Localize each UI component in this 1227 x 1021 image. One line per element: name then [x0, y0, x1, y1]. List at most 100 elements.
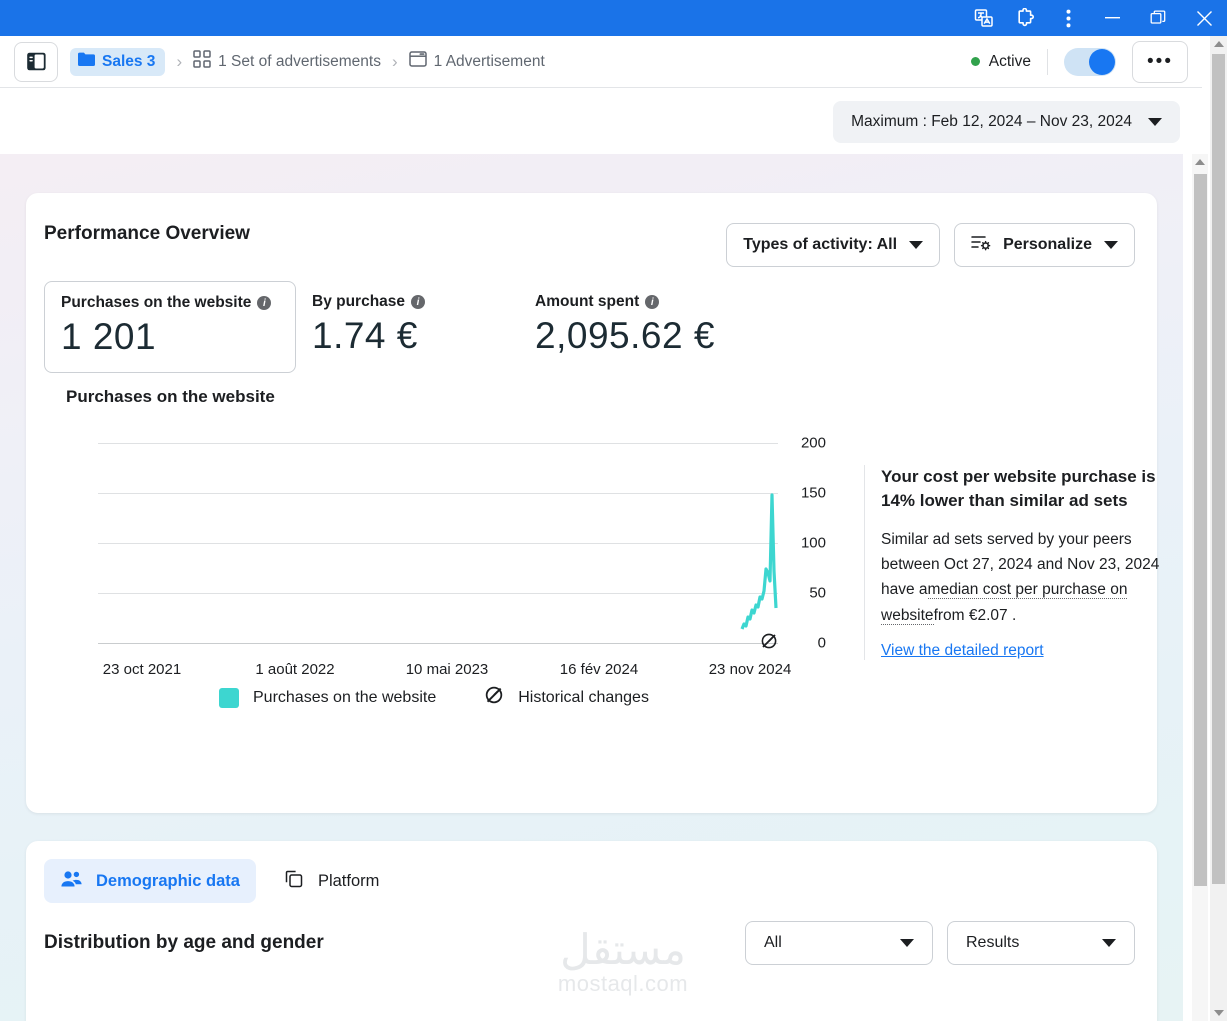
stat-label-text: By purchase — [312, 293, 406, 310]
stat-value: 1.74 € — [312, 315, 418, 356]
breadcrumb-separator: › — [391, 51, 398, 71]
demographic-tabs: Demographic data Platform — [26, 841, 1157, 903]
stats-row: Purchases on the website i 1 201 By purc… — [26, 267, 1157, 373]
chart-heading: Purchases on the website — [66, 387, 275, 406]
copy-squares-icon — [284, 869, 304, 894]
personalize-label: Personalize — [1003, 236, 1092, 253]
stat-label: Purchases on the website i — [61, 294, 279, 312]
chart-legend: Purchases on the website Historical chan… — [26, 685, 1157, 710]
breadcrumb-label: Sales 3 — [102, 52, 156, 70]
active-toggle-switch[interactable] — [1064, 47, 1116, 76]
folder-icon — [78, 52, 95, 72]
date-range-row: Maximum : Feb 12, 2024 – Nov 23, 2024 — [0, 89, 1202, 154]
series-purchases-on-the-website — [740, 493, 778, 630]
performance-overview-card: Performance Overview Types of activity: … — [26, 193, 1159, 813]
filter-results-label: Results — [966, 934, 1020, 951]
breadcrumb-item-ad-set[interactable]: 1 Set of advertisements — [193, 50, 381, 73]
stat-by-purchase[interactable]: By purchase i 1.74 € — [296, 281, 441, 371]
legend-swatch — [219, 687, 239, 708]
translate-icon[interactable] — [963, 0, 1005, 36]
scroll-content: Performance Overview Types of activity: … — [0, 154, 1183, 1021]
legend-item-purchases[interactable]: Purchases on the website — [219, 687, 437, 708]
extensions-puzzle-icon[interactable] — [1005, 0, 1047, 36]
stat-amount-spent[interactable]: Amount spent i 2,095.62 € — [519, 281, 731, 371]
scroll-up-arrow-icon[interactable] — [1213, 41, 1224, 47]
insight-body: Similar ad sets served by your peers bet… — [881, 527, 1164, 627]
sliders-gear-icon — [971, 234, 991, 257]
stat-label: Amount spent i — [535, 293, 715, 311]
info-icon[interactable]: i — [645, 295, 660, 309]
tab-demographic-data[interactable]: Demographic data — [44, 859, 256, 903]
stat-purchases-on-website[interactable]: Purchases on the website i 1 201 — [44, 281, 296, 373]
tab-label: Platform — [317, 871, 380, 890]
maximize-restore-button[interactable] — [1135, 0, 1181, 36]
outer-scrollbar-thumb[interactable] — [1212, 54, 1225, 884]
tab-platform[interactable]: Platform — [268, 859, 395, 903]
browser-titlebar — [0, 0, 1227, 36]
stat-label-text: Amount spent — [535, 293, 640, 310]
date-range-picker[interactable]: Maximum : Feb 12, 2024 – Nov 23, 2024 — [833, 100, 1180, 143]
inner-scrollbar-thumb[interactable] — [1194, 174, 1207, 886]
chevron-down-icon — [1104, 241, 1118, 249]
filter-all-label: All — [764, 934, 782, 951]
personalize-button[interactable]: Personalize — [954, 223, 1135, 267]
outer-scrollbar[interactable] — [1210, 36, 1227, 1021]
filter-all-select[interactable]: All — [745, 921, 933, 965]
performance-header-buttons: Types of activity: All Personalize — [726, 223, 1135, 267]
legend-label: Historical changes — [518, 688, 649, 706]
x-axis-tick: 23 oct 2021 — [102, 661, 182, 678]
x-axis-tick: 16 fév 2024 — [559, 661, 639, 678]
insight-body-part2: from €2.07 . — [933, 606, 1017, 624]
breadcrumb-item-sales-3[interactable]: Sales 3 — [70, 47, 166, 76]
divider — [1047, 48, 1048, 75]
scroll-down-arrow-icon[interactable] — [1213, 1010, 1224, 1016]
chevron-down-icon — [1102, 939, 1116, 947]
historical-changes-icon — [484, 685, 504, 710]
info-icon[interactable]: i — [257, 296, 272, 310]
scroll-up-arrow-icon[interactable] — [1195, 159, 1205, 165]
stat-value: 1 201 — [61, 316, 157, 357]
stat-label-text: Purchases on the website — [61, 294, 252, 311]
info-icon[interactable]: i — [411, 295, 426, 309]
breadcrumb-label: 1 Set of advertisements — [218, 52, 381, 70]
insight-panel: Your cost per website purchase is 14% lo… — [864, 465, 1164, 660]
purchases-line-chart: 200 150 100 50 0 23 oct 2021 1 août 2022… — [26, 421, 826, 678]
date-range-label: Maximum : Feb 12, 2024 – Nov 23, 2024 — [851, 112, 1132, 130]
more-options-button[interactable]: ••• — [1132, 40, 1188, 83]
demographic-header: Distribution by age and gender All Resul… — [26, 903, 1157, 965]
performance-card-header: Performance Overview Types of activity: … — [26, 193, 1157, 267]
chevron-down-icon — [900, 939, 914, 947]
grid-squares-icon — [193, 50, 211, 73]
status-label: Active — [988, 52, 1031, 70]
stat-label: By purchase i — [312, 293, 426, 311]
kebab-menu-icon[interactable] — [1047, 0, 1089, 36]
legend-item-historical-changes[interactable]: Historical changes — [484, 685, 649, 710]
breadcrumb: Sales 3 › 1 Set of advertisements › 1 Ad… — [70, 47, 971, 76]
demographic-bar-chart: 500 — [26, 993, 1157, 1021]
close-button[interactable] — [1181, 0, 1227, 36]
stat-value: 2,095.62 € — [535, 315, 715, 356]
window-card-icon — [408, 50, 427, 73]
tab-label: Demographic data — [96, 871, 240, 890]
breadcrumb-label: 1 Advertisement — [433, 52, 545, 70]
view-detailed-report-link[interactable]: View the detailed report — [881, 642, 1044, 660]
inner-scrollbar[interactable] — [1192, 154, 1208, 1021]
demographic-data-card: Demographic data Platform Distribution b… — [26, 841, 1157, 1021]
page-title: Performance Overview — [44, 223, 250, 244]
historical-changes-marker-icon[interactable] — [760, 632, 778, 655]
x-axis-tick: 1 août 2022 — [255, 661, 335, 678]
demographic-title: Distribution by age and gender — [44, 932, 324, 953]
types-of-activity-label: Types of activity: All — [743, 236, 898, 253]
breadcrumb-item-advertisement[interactable]: 1 Advertisement — [408, 50, 545, 73]
chart-plot-svg — [740, 493, 778, 630]
chevron-down-icon — [909, 241, 924, 249]
chevron-down-icon — [1148, 117, 1162, 126]
minimize-button[interactable] — [1089, 0, 1135, 36]
legend-label: Purchases on the website — [253, 688, 437, 706]
types-of-activity-button[interactable]: Types of activity: All — [726, 223, 941, 267]
sidebar-panel-icon[interactable] — [14, 41, 58, 82]
status-badge: Active — [970, 52, 1031, 71]
x-axis-tick: 23 nov 2024 — [708, 661, 792, 678]
status-dot-icon — [970, 57, 980, 66]
filter-results-select[interactable]: Results — [947, 921, 1135, 965]
